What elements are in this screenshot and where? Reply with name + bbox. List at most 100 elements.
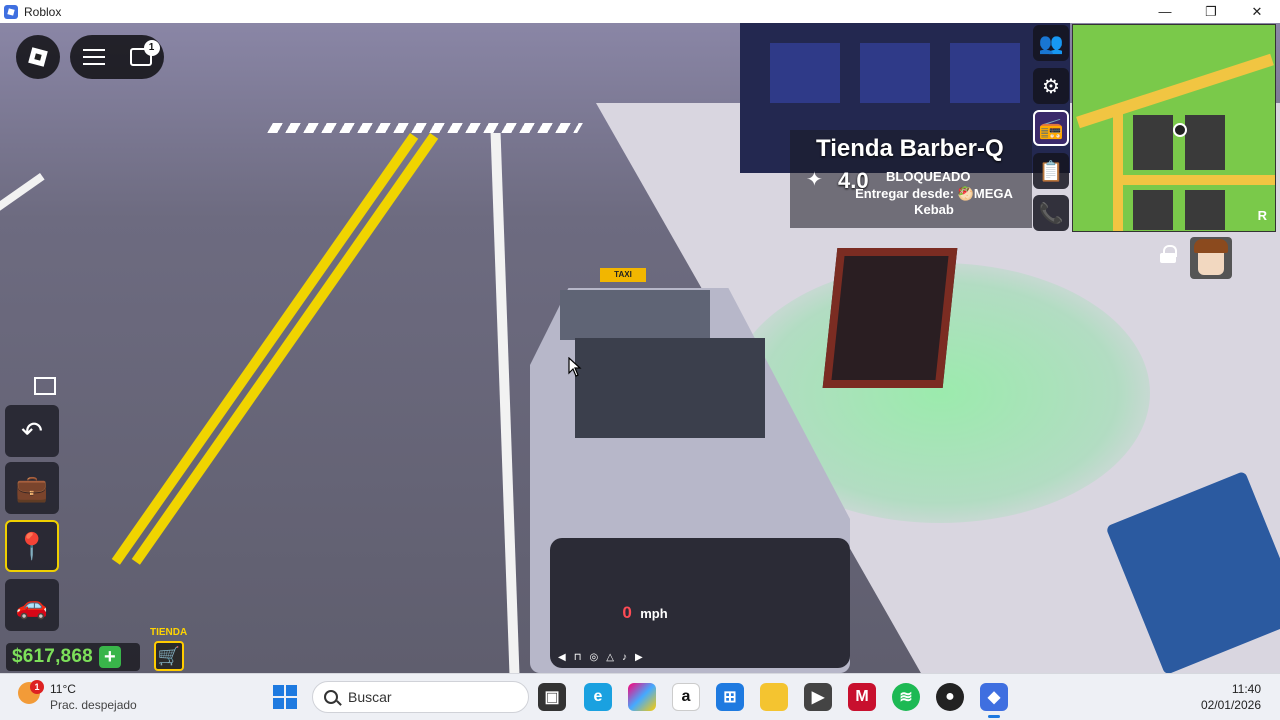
chat-icon[interactable]: 1	[129, 40, 160, 66]
destination-name: Tienda Barber-Q	[816, 135, 1004, 162]
weather-description[interactable]: Prac. despejado	[50, 698, 137, 712]
weather-temperature[interactable]: 11°C	[50, 682, 76, 696]
building-window	[860, 43, 930, 103]
spotify-icon[interactable]: ≋	[892, 683, 920, 711]
minimap[interactable]: R	[1072, 24, 1276, 232]
clock-time[interactable]: 11:40	[1232, 682, 1261, 696]
start-button[interactable]	[273, 685, 297, 709]
map-pin-icon: 📍	[15, 530, 49, 561]
file-explorer-icon[interactable]	[760, 683, 788, 711]
roblox-menu-button[interactable]	[16, 35, 60, 79]
clock-date[interactable]: 02/01/2026	[1201, 698, 1261, 712]
back-button[interactable]: ↶	[5, 405, 59, 457]
game-window: Roblox — ❐ ✕ TAXI 0 mph ◀ ⊓ ◎ △ ♪ ▶ 1 ↶ …	[0, 0, 1280, 720]
roblox-app-icon	[4, 4, 18, 19]
taskbar: 1 11°C Prac. despejado Buscar ▣ e a ⊞ ▶ …	[0, 673, 1280, 720]
clipboard-icon: 📋	[1038, 160, 1064, 183]
media-player-icon[interactable]: ▶	[804, 683, 832, 711]
vehicle-control-strip: ◀ ⊓ ◎ △ ♪ ▶	[558, 652, 728, 668]
shopping-cart-icon: 🛒	[157, 645, 181, 666]
horn-icon[interactable]: ♪	[622, 652, 627, 668]
minimap-road	[1113, 105, 1123, 231]
phone-icon: 📞	[1038, 202, 1064, 225]
minimap-building	[1133, 115, 1173, 170]
title-bar: Roblox — ❐ ✕	[0, 0, 1280, 23]
roblox-taskbar-icon[interactable]: ◆	[980, 683, 1008, 718]
money-display: $617,868 +	[6, 643, 140, 671]
signal-left-icon[interactable]: ◀	[558, 652, 566, 668]
gear-icon: ⚙	[1042, 75, 1060, 98]
car-roof-window	[575, 338, 765, 438]
maximize-button[interactable]: ❐	[1188, 0, 1234, 23]
mcafee-icon[interactable]: M	[848, 683, 876, 711]
hazard-icon[interactable]: △	[606, 652, 614, 668]
lane-line	[0, 173, 45, 352]
avatar-hair	[1194, 239, 1228, 253]
speed-unit: mph	[640, 606, 668, 621]
obs-icon[interactable]: ●	[936, 683, 964, 711]
weather-badge: 1	[30, 680, 44, 694]
center-line	[131, 133, 439, 565]
windows-logo-tile	[273, 685, 284, 696]
copilot-icon[interactable]	[628, 683, 656, 711]
store-icon[interactable]: ⊞	[716, 683, 744, 711]
seat-icon[interactable]: ⊓	[574, 652, 582, 668]
minimap-building	[1133, 190, 1173, 230]
shop-label: TIENDA	[150, 627, 188, 638]
building-window	[770, 43, 840, 103]
phone-button[interactable]: 📞	[1033, 195, 1069, 231]
speed-value: 0	[622, 603, 632, 622]
jobs-button[interactable]: 💼	[5, 462, 59, 514]
group-icon: 👥	[1038, 32, 1064, 55]
stars-icon: ✦	[806, 169, 823, 191]
crosswalk	[267, 123, 583, 133]
shop-button[interactable]: 🛒	[154, 641, 184, 671]
window-mode-icon[interactable]	[34, 377, 56, 395]
tasks-button[interactable]: 📋	[1033, 153, 1069, 189]
money-value: $617,868	[12, 646, 93, 667]
car-icon: 🚗	[15, 589, 49, 620]
avatar[interactable]	[1190, 237, 1232, 279]
close-button[interactable]: ✕	[1234, 0, 1280, 23]
edge-icon[interactable]: e	[584, 683, 612, 711]
minimap-road	[1076, 53, 1274, 129]
lock-icon	[1160, 245, 1177, 263]
player-marker-icon	[1173, 123, 1187, 137]
windows-logo-tile	[273, 698, 284, 709]
roblox-logo-icon	[28, 47, 48, 67]
settings-button[interactable]: ⚙	[1033, 68, 1069, 104]
chat-notification-badge: 1	[143, 40, 160, 56]
car-sunroof	[560, 290, 710, 340]
add-money-button[interactable]: +	[98, 646, 121, 668]
speedometer: 0 mph	[600, 603, 690, 633]
destination-status: BLOQUEADO	[886, 169, 971, 184]
hamburger-menu-icon[interactable]	[82, 49, 105, 65]
map-button[interactable]: 📍	[5, 520, 59, 572]
windows-logo-tile	[286, 698, 297, 709]
minimap-corner-label: R	[1257, 208, 1267, 223]
minimize-button[interactable]: —	[1142, 0, 1188, 23]
task-view-icon[interactable]: ▣	[538, 683, 566, 711]
center-line	[111, 133, 419, 565]
top-left-controls: 1	[70, 35, 164, 79]
minimap-road	[1113, 175, 1275, 185]
car-rear-window	[550, 538, 850, 668]
window-title: Roblox	[24, 4, 62, 19]
minimap-building	[1185, 115, 1225, 170]
back-arrow-icon: ↶	[21, 415, 43, 446]
lane-line	[490, 133, 520, 673]
radio-icon: 📻	[1038, 117, 1064, 140]
search-placeholder: Buscar	[348, 689, 392, 705]
search-icon	[324, 690, 338, 704]
radio-button[interactable]: 📻	[1033, 110, 1069, 146]
minimap-building	[1185, 190, 1225, 230]
amazon-icon[interactable]: a	[672, 683, 700, 711]
players-button[interactable]: 👥	[1033, 25, 1069, 61]
search-box[interactable]: Buscar	[312, 681, 529, 713]
vehicle-button[interactable]: 🚗	[5, 579, 59, 631]
briefcase-icon: 💼	[15, 472, 49, 503]
lights-icon[interactable]: ◎	[590, 652, 599, 668]
deliver-from: Entregar desde: 🥙MEGA Kebab	[855, 186, 1013, 217]
building-window	[950, 43, 1020, 103]
signal-right-icon[interactable]: ▶	[635, 652, 643, 668]
